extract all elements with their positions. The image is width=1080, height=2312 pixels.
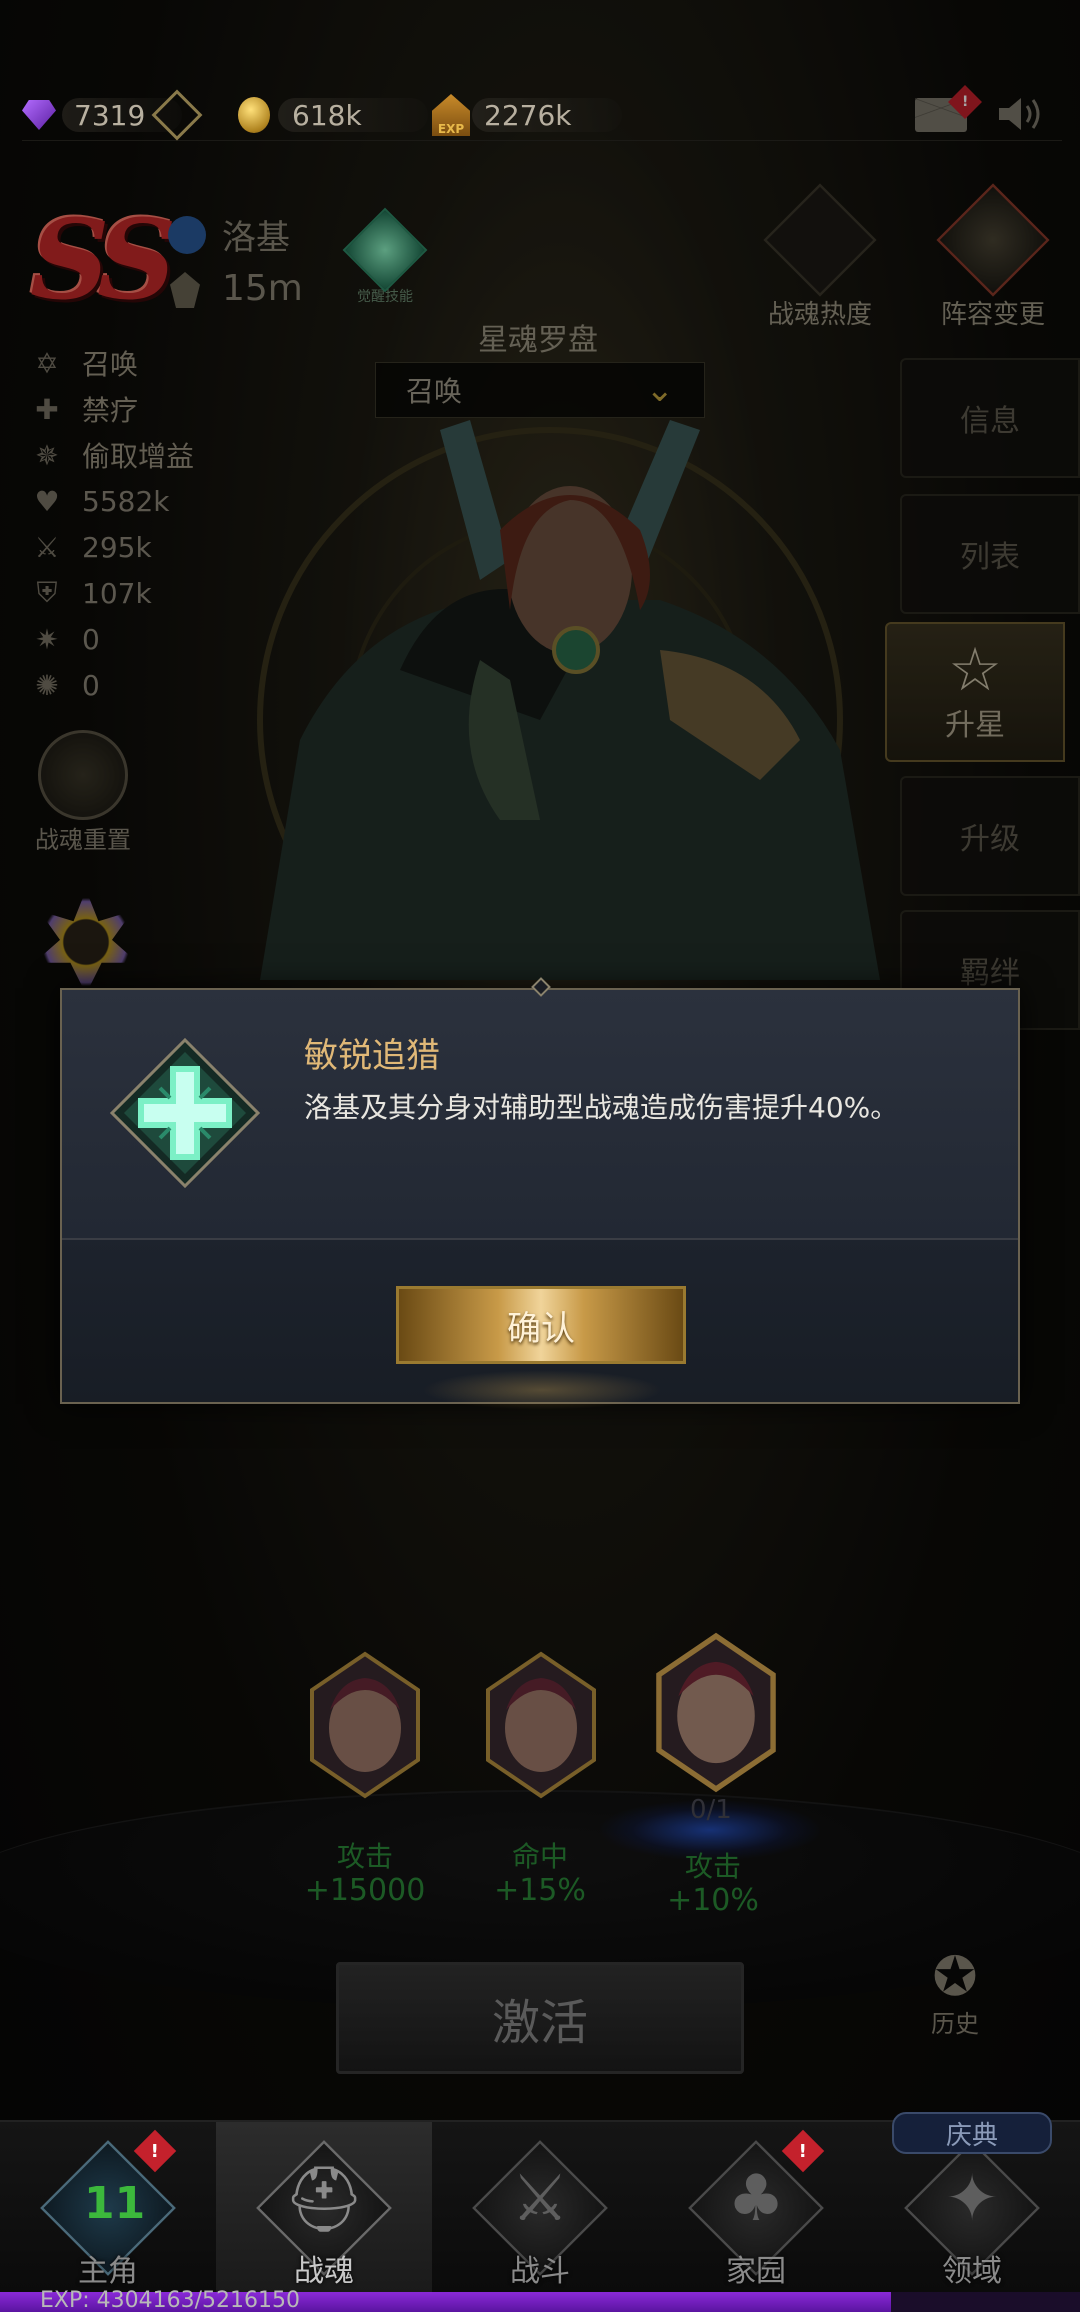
nav-label: 家园 xyxy=(726,2254,786,2289)
nav-label: 战斗 xyxy=(510,2254,570,2289)
exp-icon-label: EXP xyxy=(437,122,465,136)
dialog-description: 洛基及其分身对辅助型战魂造成伤害提升40%。 xyxy=(304,1091,899,1124)
nav-home[interactable]: ♣ ! 家园 xyxy=(648,2122,864,2294)
swords-glyph: ⚔ xyxy=(511,2162,569,2236)
skill-cross-icon xyxy=(110,1038,260,1188)
button-glow xyxy=(422,1370,662,1410)
gold-amount: 618k xyxy=(292,98,362,132)
nav-hero[interactable]: 11 ! 主角 xyxy=(0,2122,216,2294)
nav-label: 战魂 xyxy=(294,2254,354,2289)
gold-coin-icon xyxy=(238,97,270,133)
nav-battle-soul[interactable]: ⛑ 战魂 xyxy=(216,2122,432,2294)
nav-combat[interactable]: ⚔ 战斗 xyxy=(432,2122,648,2294)
game-screen: 7319 618k EXP 2276k ! SS 洛基 15m 觉醒技能 ✡ 召… xyxy=(0,0,1080,2312)
festival-banner[interactable]: 庆典 xyxy=(892,2112,1052,2154)
tree-glyph: ♣ xyxy=(727,2162,785,2236)
gem-amount: 7319 xyxy=(74,98,146,132)
nav-label: 领域 xyxy=(942,2254,1002,2289)
skill-dialog: 敏锐追猎 洛基及其分身对辅助型战魂造成伤害提升40%。 确认 xyxy=(60,977,1020,1410)
nav-label: 主角 xyxy=(78,2254,138,2289)
nav-hero-badge: ! xyxy=(133,2129,177,2173)
exp-text: EXP: 4304163/5216150 xyxy=(40,2288,301,2312)
helmet-glyph: ⛑ xyxy=(283,2163,365,2237)
compass-glyph: ✦ xyxy=(945,2162,999,2236)
exp-amount: 2276k xyxy=(484,98,572,132)
confirm-button[interactable]: 确认 xyxy=(396,1286,686,1364)
dialog-title: 敏锐追猎 xyxy=(304,1036,440,1076)
dialog-divider xyxy=(62,1238,1018,1240)
hero-level: 11 xyxy=(84,2178,146,2229)
